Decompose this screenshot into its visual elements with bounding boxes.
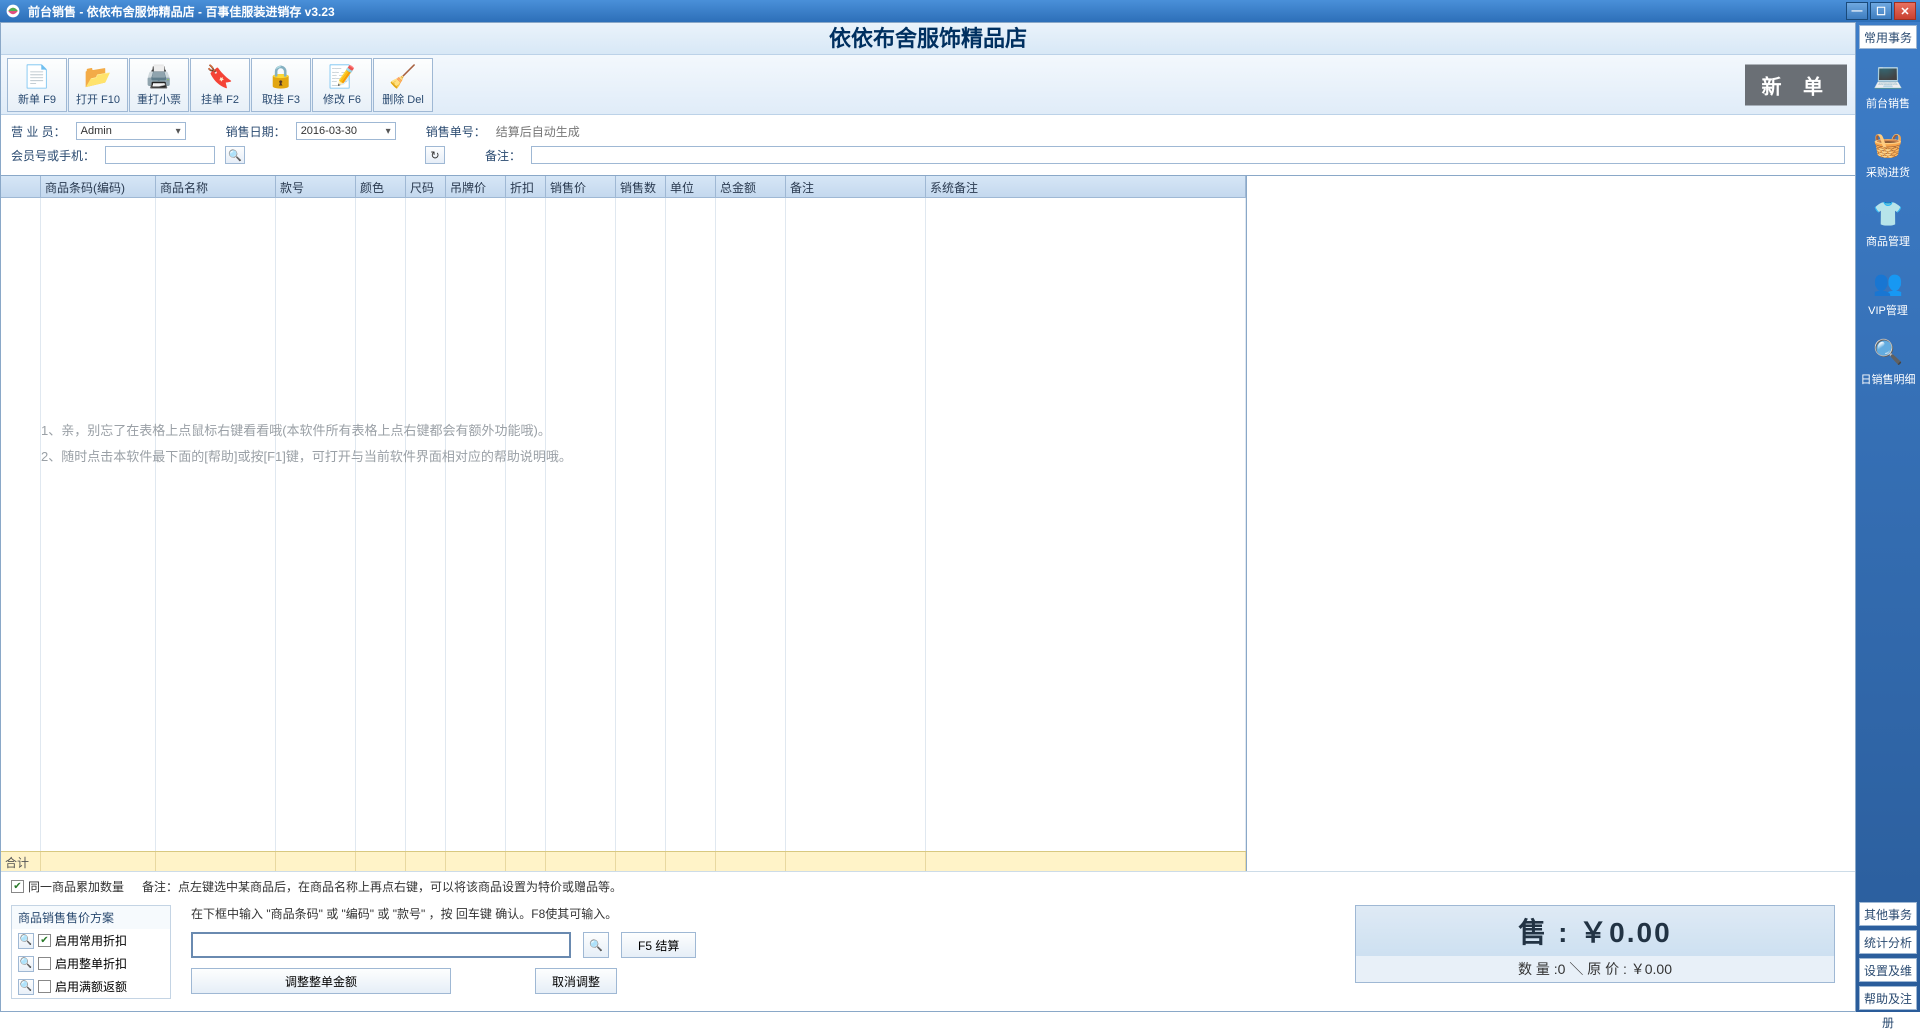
rail-item-front-sales[interactable]: 💻前台销售 <box>1856 52 1920 121</box>
sale-date-label: 销售日期： <box>226 123 286 140</box>
titlebar: 前台销售 - 依依布舍服饰精品店 - 百事佳服装进销存 v3.23 — ☐ ✕ <box>0 0 1920 22</box>
rail-head[interactable]: 常用事务 <box>1859 25 1917 49</box>
refresh-icon: ↻ <box>430 149 439 162</box>
form-rows: 营 业 员： Admin▾ 销售日期： 2016-03-30▾ 销售单号： 结算… <box>1 115 1855 175</box>
total-price: 售 : ￥0.00 <box>1356 906 1834 956</box>
unhold-order-button[interactable]: 🔒取挂 F3 <box>251 58 311 112</box>
order-no-hint: 结算后自动生成 <box>496 123 580 140</box>
tag-icon: 🔖 <box>206 63 233 91</box>
same-product-sum-checkbox[interactable]: ✔同一商品累加数量 <box>11 878 124 895</box>
magnifier-icon: 🔍 <box>1873 338 1903 367</box>
clerk-label: 营 业 员： <box>11 123 66 140</box>
full-amount-return-checkbox[interactable] <box>38 980 51 993</box>
toolbar: 📄新单 F9 📂打开 F10 🖨️重打小票 🔖挂单 F2 🔒取挂 F3 📝修改 … <box>1 55 1855 115</box>
search-icon: 🔍 <box>589 939 603 952</box>
options-row: ✔同一商品累加数量 备注：点左键选中某商品后，在商品名称上再点右键，可以将该商品… <box>1 871 1855 901</box>
open-order-button[interactable]: 📂打开 F10 <box>68 58 128 112</box>
bottom-panel: 商品销售售价方案 🔍✔启用常用折扣 🔍启用整单折扣 🔍启用满额返额 在下框中输入… <box>1 901 1855 1011</box>
store-name: 依依布舍服饰精品店 <box>1 23 1855 55</box>
basket-icon: 🧺 <box>1873 131 1903 160</box>
barcode-input[interactable] <box>191 932 571 958</box>
rail-item-vip[interactable]: 👥VIP管理 <box>1856 259 1920 328</box>
grid-body[interactable]: 1、亲，别忘了在表格上点鼠标右键看看哦(本软件所有表格上点右键都会有额外功能哦)… <box>1 198 1246 851</box>
new-order-badge: 新 单 <box>1745 64 1847 105</box>
member-search-button[interactable]: 🔍 <box>225 146 245 164</box>
cancel-adjust-button[interactable]: 取消调整 <box>535 968 617 994</box>
full-order-discount-checkbox[interactable] <box>38 957 51 970</box>
remark-label: 备注： <box>485 147 521 164</box>
people-icon: 👥 <box>1873 269 1903 298</box>
grid-footer: 合计 <box>1 851 1246 871</box>
member-input[interactable] <box>105 146 215 164</box>
barcode-search-button[interactable]: 🔍 <box>583 932 609 958</box>
reprint-receipt-button[interactable]: 🖨️重打小票 <box>129 58 189 112</box>
grid-hint: 1、亲，别忘了在表格上点鼠标右键看看哦(本软件所有表格上点右键都会有额外功能哦)… <box>41 418 572 470</box>
rail-item-product-mgmt[interactable]: 👕商品管理 <box>1856 190 1920 259</box>
clerk-dropdown[interactable]: Admin▾ <box>76 122 186 140</box>
chevron-down-icon: ▾ <box>176 126 181 137</box>
totals-panel: 售 : ￥0.00 数 量 :0 ＼ 原 价 : ￥0.00 <box>1355 905 1835 983</box>
sale-date-picker[interactable]: 2016-03-30▾ <box>296 122 396 140</box>
options-tip: 备注：点左键选中某商品后，在商品名称上再点右键，可以将该商品设置为特价或赠品等。 <box>142 878 622 895</box>
order-no-label: 销售单号： <box>426 123 486 140</box>
rail-help[interactable]: 帮助及注册 <box>1859 986 1917 1010</box>
app-logo-icon <box>4 3 22 19</box>
qty-and-original: 数 量 :0 ＼ 原 价 : ￥0.00 <box>1356 956 1834 982</box>
grid-side-panel <box>1247 176 1855 871</box>
open-folder-icon: 📂 <box>84 63 111 91</box>
price-scheme-panel: 商品销售售价方案 🔍✔启用常用折扣 🔍启用整单折扣 🔍启用满额返额 <box>11 905 171 999</box>
delete-icon: 🧹 <box>389 63 416 91</box>
close-button[interactable]: ✕ <box>1894 2 1916 20</box>
new-order-icon: 📄 <box>23 63 50 91</box>
minimize-button[interactable]: — <box>1846 2 1868 20</box>
modify-button[interactable]: 📝修改 F6 <box>312 58 372 112</box>
rail-settings[interactable]: 设置及维护 <box>1859 958 1917 982</box>
regular-discount-checkbox[interactable]: ✔ <box>38 934 51 947</box>
window-controls: — ☐ ✕ <box>1846 2 1916 20</box>
shirt-icon: 👕 <box>1873 200 1903 229</box>
rail-stats[interactable]: 统计分析 <box>1859 930 1917 954</box>
maximize-button[interactable]: ☐ <box>1870 2 1892 20</box>
search-icon[interactable]: 🔍 <box>18 956 34 972</box>
search-icon: 🔍 <box>228 149 242 162</box>
search-icon[interactable]: 🔍 <box>18 979 34 995</box>
right-rail: 常用事务 💻前台销售 🧺采购进货 👕商品管理 👥VIP管理 🔍日销售明细 其他事… <box>1856 22 1920 1012</box>
new-order-button[interactable]: 📄新单 F9 <box>7 58 67 112</box>
items-grid[interactable]: 商品条码(编码) 商品名称 款号 颜色 尺码 吊牌价 折扣 销售价 销售数 单位… <box>1 176 1247 871</box>
grid-header: 商品条码(编码) 商品名称 款号 颜色 尺码 吊牌价 折扣 销售价 销售数 单位… <box>1 176 1246 198</box>
delete-button[interactable]: 🧹删除 Del <box>373 58 433 112</box>
lock-icon: 🔒 <box>267 63 294 91</box>
checkout-button[interactable]: F5 结算 <box>621 932 696 958</box>
main-pane: 依依布舍服饰精品店 📄新单 F9 📂打开 F10 🖨️重打小票 🔖挂单 F2 🔒… <box>0 22 1856 1012</box>
price-scheme-title: 商品销售售价方案 <box>12 906 170 929</box>
window-title: 前台销售 - 依依布舍服饰精品店 - 百事佳服装进销存 v3.23 <box>28 3 1846 20</box>
adjust-total-button[interactable]: 调整整单金额 <box>191 968 451 994</box>
rail-other-affairs[interactable]: 其他事务 <box>1859 902 1917 926</box>
barcode-entry-panel: 在下框中输入 "商品条码" 或 "编码" 或 "款号" ，按 回车键 确认。F8… <box>191 905 891 994</box>
edit-icon: 📝 <box>328 63 355 91</box>
rail-item-purchase[interactable]: 🧺采购进货 <box>1856 121 1920 190</box>
chevron-down-icon: ▾ <box>386 126 391 137</box>
printer-icon: 🖨️ <box>145 63 172 91</box>
rail-item-daily-detail[interactable]: 🔍日销售明细 <box>1856 328 1920 397</box>
search-icon[interactable]: 🔍 <box>18 933 34 949</box>
laptop-icon: 💻 <box>1873 62 1903 91</box>
barcode-hint: 在下框中输入 "商品条码" 或 "编码" 或 "款号" ，按 回车键 确认。F8… <box>191 905 891 922</box>
member-label: 会员号或手机： <box>11 147 95 164</box>
member-refresh-button[interactable]: ↻ <box>425 146 445 164</box>
hold-order-button[interactable]: 🔖挂单 F2 <box>190 58 250 112</box>
remark-input[interactable] <box>531 146 1845 164</box>
